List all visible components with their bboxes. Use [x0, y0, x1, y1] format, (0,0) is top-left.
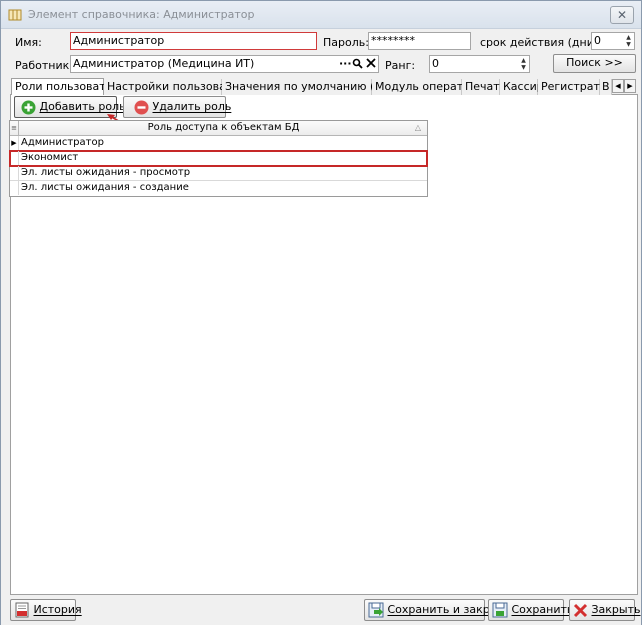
rank-stepper[interactable]: 0 ▲ ▼: [429, 55, 530, 73]
search-button[interactable]: Поиск >>: [553, 54, 636, 73]
tab-strip: Роли пользователя Настройки пользователя…: [10, 78, 638, 96]
clear-icon[interactable]: [366, 58, 376, 68]
rank-label: Ранг:: [385, 59, 416, 72]
tab-registrar[interactable]: Регистратор: [538, 79, 614, 95]
close-label: Закрыть: [591, 603, 641, 616]
ellipsis-button[interactable]: ···: [339, 57, 352, 70]
tab-cashier[interactable]: Кассир: [500, 79, 544, 95]
dialog-window: Элемент справочника: Администратор ✕ Имя…: [0, 0, 642, 625]
role-cell: Эл. листы ожидания - просмотр: [21, 167, 191, 178]
grid-corner-icon[interactable]: ≡: [10, 121, 19, 135]
table-row[interactable]: Экономист: [9, 150, 428, 167]
delete-role-label: Удалить роль: [152, 100, 232, 113]
tab-user-roles[interactable]: Роли пользователя: [11, 78, 126, 96]
save-and-close-button[interactable]: Сохранить и закрыть: [364, 599, 511, 621]
save-icon: [492, 602, 508, 618]
row-indicator: [10, 181, 19, 195]
row-indicator: [10, 166, 19, 180]
sort-icon[interactable]: △: [415, 121, 421, 135]
close-icon: ✕: [616, 8, 628, 22]
tab-overflow[interactable]: В: [600, 79, 612, 95]
employee-label: Работник:: [15, 59, 73, 72]
expiry-value: 0: [594, 34, 601, 47]
tab-print[interactable]: Печать: [462, 79, 506, 95]
role-cell: Эл. листы ожидания - создание: [21, 182, 189, 193]
log-icon: [15, 602, 29, 618]
grid-header: ≡ Роль доступа к объектам БД △: [10, 121, 427, 136]
history-label: История: [33, 603, 82, 616]
save-close-icon: [368, 602, 384, 618]
password-label: Пароль:: [323, 36, 369, 49]
delete-role-button[interactable]: Удалить роль: [123, 96, 231, 118]
search-icon[interactable]: [352, 58, 363, 69]
employee-field[interactable]: Администратор (Медицина ИТ): [70, 55, 379, 73]
save-label: Сохранить: [511, 603, 574, 616]
spin-arrows-icon[interactable]: ▲ ▼: [519, 57, 528, 71]
close-window-button[interactable]: ✕: [610, 6, 634, 24]
window-title: Элемент справочника: Администратор: [28, 8, 255, 21]
title-bar: Элемент справочника: Администратор ✕: [1, 1, 641, 29]
bottom-bar: История Сохранить и закрыть Сохранить За…: [1, 595, 641, 625]
add-role-button[interactable]: Добавить роль: [14, 96, 126, 118]
password-field[interactable]: ********: [368, 32, 471, 50]
column-header-role[interactable]: Роль доступа к объектам БД: [20, 121, 427, 135]
role-cell: Экономист: [21, 152, 79, 163]
spin-arrows-icon[interactable]: ▲ ▼: [624, 34, 633, 48]
tab-user-settings[interactable]: Настройки пользователя: [104, 79, 253, 95]
name-field[interactable]: Администратор: [70, 32, 317, 50]
role-cell: Администратор: [21, 137, 104, 148]
employee-value: Администратор (Медицина ИТ): [73, 57, 255, 70]
roles-grid: ≡ Роль доступа к объектам БД △ ▶ Админис…: [9, 120, 428, 197]
table-row[interactable]: Эл. листы ожидания - создание: [10, 181, 427, 196]
table-row[interactable]: ▶ Администратор: [10, 136, 427, 151]
expiry-stepper[interactable]: 0 ▲ ▼: [591, 32, 635, 50]
rank-value: 0: [432, 57, 439, 70]
history-button[interactable]: История: [10, 599, 82, 621]
tab-default-values[interactable]: Значения по умолчанию (общие): [222, 79, 416, 95]
tab-operator-module[interactable]: Модуль оператора: [372, 79, 484, 95]
directory-icon: [8, 9, 22, 21]
table-row[interactable]: Эл. листы ожидания - просмотр: [10, 166, 427, 181]
close-red-icon: [573, 603, 588, 617]
save-button[interactable]: Сохранить: [488, 599, 573, 621]
tab-scroll-right-icon[interactable]: ▶: [624, 79, 636, 93]
row-indicator: [10, 151, 19, 165]
close-button[interactable]: Закрыть: [569, 599, 641, 621]
remove-icon: [134, 100, 149, 114]
expiry-label: срок действия (дни):: [480, 36, 602, 49]
add-icon: [21, 100, 36, 114]
row-indicator-icon: ▶: [10, 136, 19, 150]
name-label: Имя:: [15, 36, 42, 49]
tab-scroll-left-icon[interactable]: ◀: [612, 79, 624, 93]
